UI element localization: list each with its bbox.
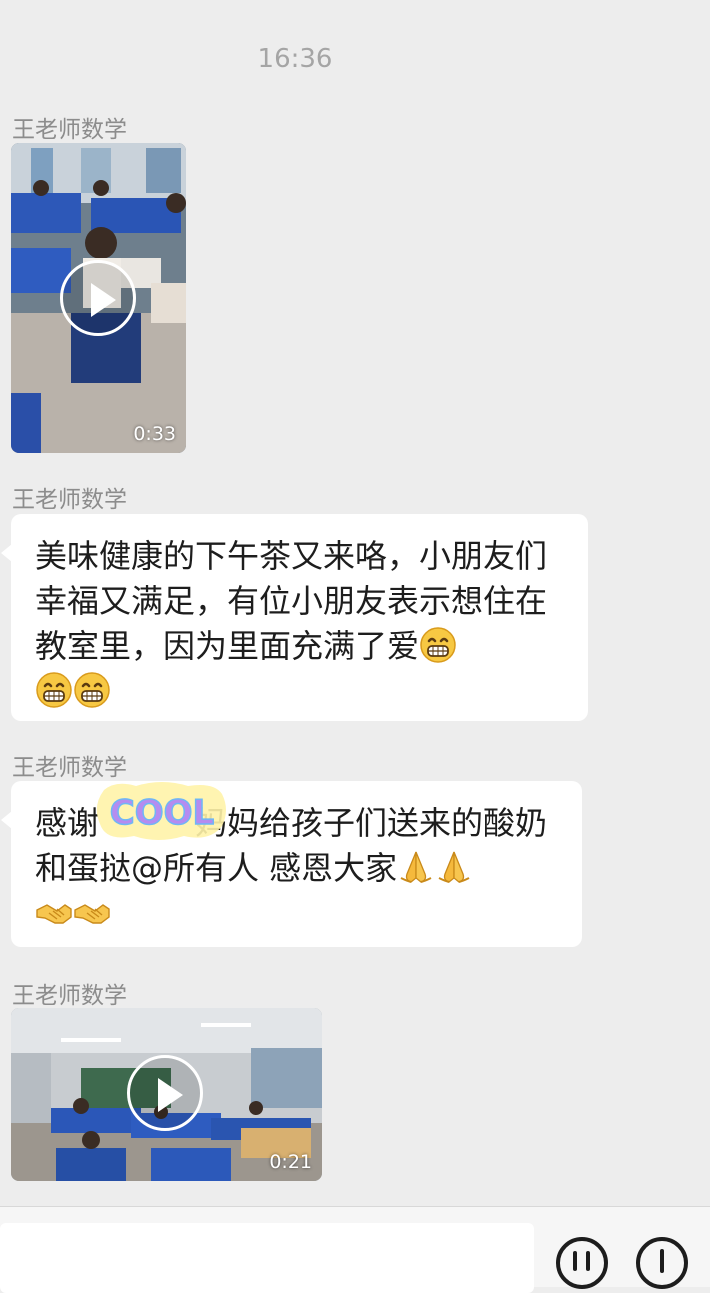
grin-emoji — [35, 671, 73, 709]
sender-name: 王老师数学 — [12, 117, 127, 143]
video-duration: 0:33 — [133, 423, 176, 445]
handshake-emoji — [36, 904, 72, 924]
video-message[interactable]: 0:21 — [11, 1008, 322, 1181]
sticker-text: COOL — [110, 793, 214, 833]
input-bar — [0, 1206, 710, 1293]
cool-sticker: COOL — [96, 782, 226, 840]
grin-emoji — [419, 626, 457, 664]
sender-name: 王老师数学 — [12, 983, 127, 1009]
message-bubble[interactable]: 美味健康的下午茶又来咯，小朋友们幸福又满足，有位小朋友表示想住在教室里，因为里面… — [1, 514, 588, 721]
message-input[interactable] — [0, 1223, 534, 1293]
voice-icon[interactable] — [556, 1237, 608, 1289]
message-text: 美味健康的下午茶又来咯，小朋友们幸福又满足，有位小朋友表示想住在教室里，因为里面… — [35, 537, 548, 665]
video-message[interactable]: 0:33 — [11, 143, 186, 453]
play-button[interactable] — [127, 1055, 203, 1131]
pray-hands-emoji — [438, 851, 471, 883]
sender-name: 王老师数学 — [12, 487, 127, 513]
grin-emoji — [73, 671, 111, 709]
handshake-emoji — [74, 904, 110, 924]
video-duration: 0:21 — [269, 1151, 312, 1173]
timestamp: 16:36 — [257, 44, 333, 74]
emoji-face-icon[interactable] — [636, 1237, 688, 1289]
play-button[interactable] — [60, 260, 136, 336]
message-text: 感谢 — [35, 804, 100, 842]
sender-name: 王老师数学 — [12, 755, 127, 781]
pray-hands-emoji — [400, 851, 433, 883]
